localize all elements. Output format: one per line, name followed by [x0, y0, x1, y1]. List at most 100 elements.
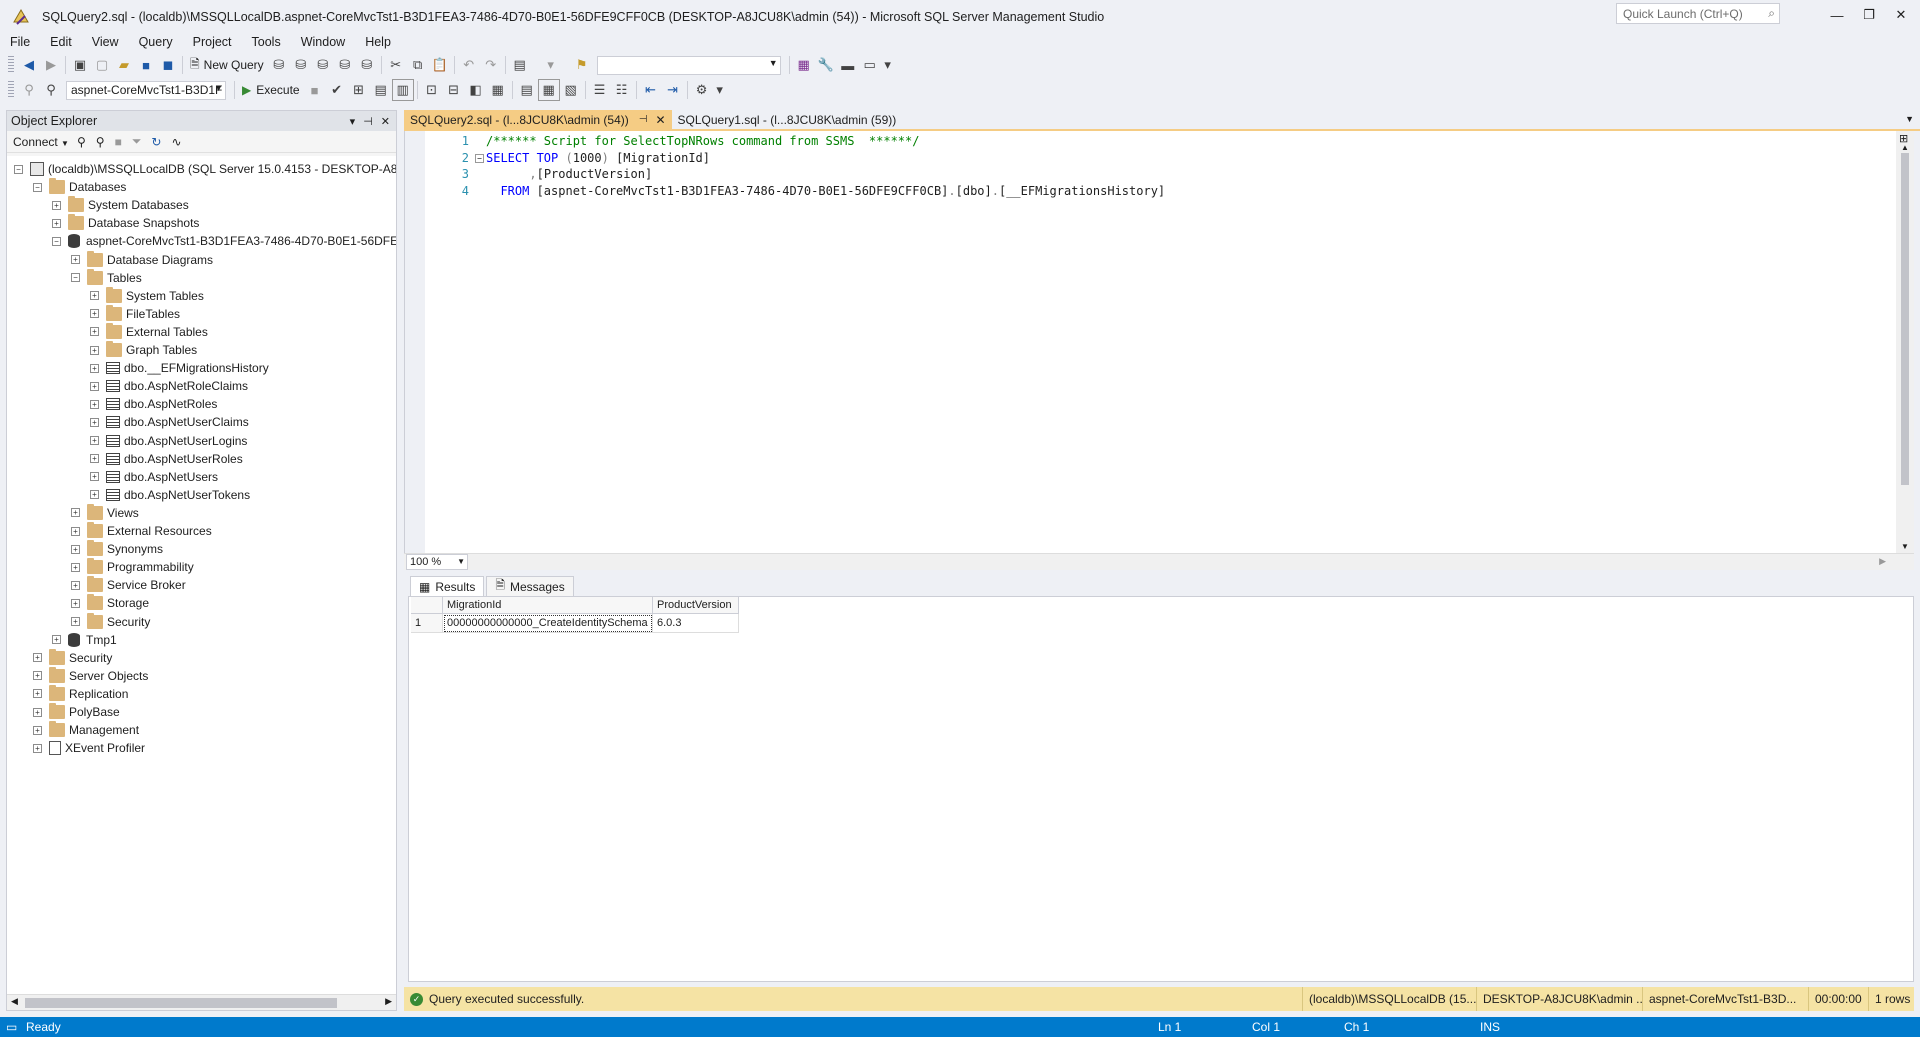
close-window-button[interactable]: ✕ — [1886, 4, 1916, 26]
increase-indent-icon[interactable]: ⇥ — [662, 79, 684, 101]
client-stats-icon[interactable]: ▦ — [487, 79, 509, 101]
tree-node[interactable]: + Replication — [33, 684, 128, 703]
expand-icon[interactable]: + — [90, 472, 99, 482]
tree-node[interactable]: + Programmability — [71, 558, 194, 576]
close-icon[interactable]: ✕ — [381, 115, 390, 128]
tree-node[interactable]: − Tables — [71, 268, 142, 287]
tab-results[interactable]: ▦ Results — [410, 576, 485, 596]
collapse-icon[interactable]: − — [14, 164, 23, 174]
expand-icon[interactable]: + — [90, 363, 99, 373]
pin-icon[interactable]: ⊣ — [639, 114, 648, 125]
execute-button[interactable]: ▶ Execute — [238, 79, 304, 101]
analysis-dmx-icon[interactable]: ⛁ — [312, 54, 334, 76]
expand-icon[interactable]: + — [90, 399, 99, 409]
sql-editor[interactable]: 1 /****** Script for SelectTopNRows comma… — [404, 131, 1914, 553]
tree-node[interactable]: + FileTables — [90, 304, 180, 323]
expand-icon[interactable]: + — [33, 653, 42, 663]
tab-overflow-icon[interactable]: ▼ — [1905, 110, 1920, 129]
tree-node[interactable]: + Security — [71, 612, 150, 631]
menu-help[interactable]: Help — [355, 32, 401, 52]
expand-icon[interactable]: + — [71, 508, 80, 518]
new-query-button[interactable]: 🗎 New Query — [186, 54, 268, 76]
collapse-icon[interactable]: − — [33, 182, 42, 192]
scroll-up-icon[interactable]: ▲ — [1901, 143, 1909, 152]
tree-node[interactable]: + System Databases — [52, 196, 189, 214]
forward-icon[interactable]: ▶ — [40, 54, 62, 76]
toolbox-icon[interactable]: ▬ — [837, 54, 859, 76]
tree-node[interactable]: + dbo.AspNetUserRoles — [90, 450, 243, 468]
analysis-xmla-icon[interactable]: ⛁ — [334, 54, 356, 76]
collapse-icon[interactable]: − — [71, 273, 80, 283]
tree-node[interactable]: − (localdb)\MSSQLLocalDB (SQL Server 15.0… — [14, 160, 396, 178]
expand-icon[interactable]: + — [52, 200, 61, 210]
tree-node[interactable]: + dbo.__EFMigrationsHistory — [90, 359, 269, 377]
menu-file[interactable]: File — [0, 32, 40, 52]
expand-icon[interactable]: + — [90, 291, 99, 301]
code-line[interactable]: 4 FROM [aspnet-CoreMvcTst1-B3D1FEA3-7486… — [429, 183, 1165, 199]
tree-node[interactable]: + dbo.AspNetRoles — [90, 395, 217, 413]
paste-icon[interactable]: 📋 — [429, 54, 451, 76]
scroll-right-icon[interactable]: ▶ — [385, 996, 392, 1007]
refresh-icon[interactable]: ↻ — [151, 135, 161, 149]
db-engine-query-icon[interactable]: ⛁ — [268, 54, 290, 76]
menu-edit[interactable]: Edit — [40, 32, 82, 52]
properties-icon[interactable]: 🔧 — [815, 54, 837, 76]
filter-icon[interactable]: ⏷ — [132, 134, 142, 149]
quick-launch-input[interactable]: Quick Launch (Ctrl+Q) ⌕ — [1616, 3, 1780, 24]
expand-icon[interactable]: + — [71, 598, 80, 608]
connect-icon[interactable]: ⚲ — [18, 79, 40, 101]
scrollbar-thumb[interactable] — [1901, 153, 1909, 485]
maximize-button[interactable]: ❐ — [1854, 4, 1884, 26]
grid-cell-migrationid[interactable]: 00000000000000_CreateIdentitySchema — [443, 614, 653, 633]
available-databases-combo[interactable]: aspnet-CoreMvcTst1-B3D1F ▼ — [66, 80, 226, 100]
change-connection-icon[interactable]: ⚲ — [40, 79, 62, 101]
toolbar-grip[interactable] — [8, 56, 14, 74]
query-designer-icon[interactable]: ▤ — [370, 79, 392, 101]
find-combo[interactable]: ▼ — [596, 55, 781, 75]
menu-query[interactable]: Query — [129, 32, 183, 52]
disconnect-icon[interactable]: ⚲ — [96, 135, 105, 149]
column-header-productversion[interactable]: ProductVersion — [653, 597, 739, 614]
scroll-left-icon[interactable]: ◀ — [11, 996, 18, 1007]
expand-icon[interactable]: + — [33, 743, 42, 753]
tab-sqlquery2[interactable]: SQLQuery2.sql - (l...8JCU8K\admin (54)) … — [404, 110, 672, 129]
tree-node[interactable]: + Views — [71, 503, 139, 522]
tree-node[interactable]: + Database Diagrams — [71, 250, 213, 269]
expand-icon[interactable]: + — [52, 635, 61, 645]
debug-icon[interactable]: ▤ — [509, 54, 531, 76]
expand-icon[interactable]: + — [90, 436, 99, 445]
specify-template-values-icon[interactable]: ⚙ — [691, 79, 713, 101]
close-tab-icon[interactable]: ✕ — [655, 113, 665, 127]
toolbar-grip[interactable] — [8, 81, 14, 99]
expand-icon[interactable]: + — [90, 417, 99, 427]
tree-node[interactable]: + Management — [33, 721, 139, 739]
tree-node[interactable]: + System Tables — [90, 286, 204, 305]
toolbar-options-icon[interactable]: ▾ — [713, 79, 727, 101]
menu-tools[interactable]: Tools — [242, 32, 291, 52]
expand-icon[interactable]: + — [71, 580, 80, 590]
activity-monitor-icon[interactable]: ∿ — [171, 135, 181, 149]
expand-icon[interactable]: + — [33, 707, 42, 717]
collapse-icon[interactable]: − — [475, 150, 486, 166]
expand-icon[interactable]: + — [90, 454, 99, 464]
toolbar-options-icon[interactable]: ▾ — [881, 54, 895, 76]
open-file-icon[interactable]: ▰ — [113, 54, 135, 76]
expand-icon[interactable]: + — [33, 725, 42, 735]
code-line[interactable]: 2− SELECT TOP (1000) [MigrationId] — [429, 150, 710, 166]
expand-icon[interactable]: + — [90, 309, 99, 319]
tree-node[interactable]: + External Resources — [71, 522, 212, 540]
estimated-plan-icon[interactable]: ⊞ — [348, 79, 370, 101]
stop-icon[interactable]: ■ — [115, 135, 122, 149]
expand-icon[interactable]: + — [33, 671, 42, 681]
results-to-grid-icon[interactable]: ▦ — [537, 79, 560, 101]
tree-node[interactable]: + PolyBase — [33, 703, 120, 721]
undo-icon[interactable]: ↶ — [458, 54, 480, 76]
tree-node[interactable]: + Server Objects — [33, 666, 148, 685]
tree-node[interactable]: − Databases — [33, 178, 126, 196]
tree-node[interactable]: + Service Broker — [71, 576, 186, 594]
tree-node[interactable]: + dbo.AspNetUserClaims — [90, 413, 249, 431]
window-layout-icon[interactable]: ▭ — [859, 54, 881, 76]
tree-node[interactable]: + Database Snapshots — [52, 214, 199, 232]
connect-button[interactable]: Connect ▼ — [13, 135, 69, 149]
menu-view[interactable]: View — [82, 32, 129, 52]
